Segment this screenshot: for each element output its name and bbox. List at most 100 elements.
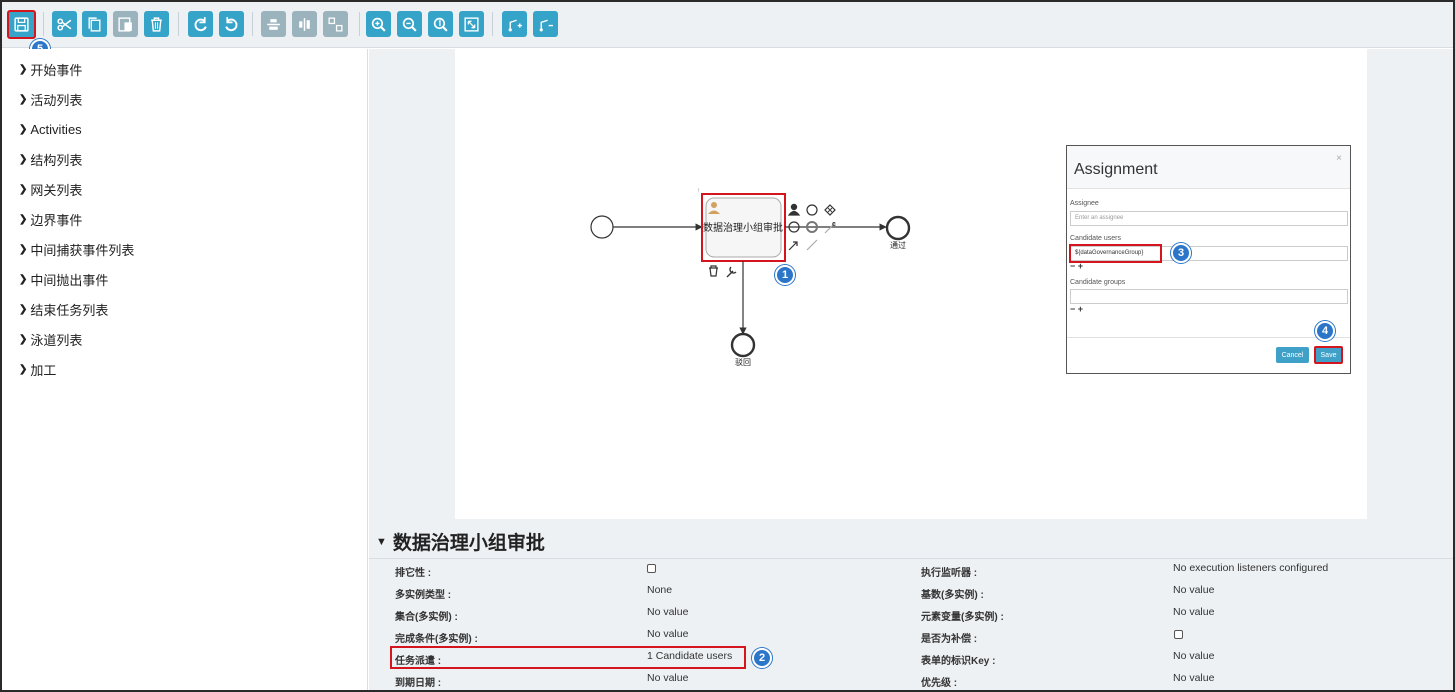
cancel-button[interactable]: Cancel [1276, 347, 1309, 363]
palette-group-boundary-events[interactable]: ❯ 边界事件 [19, 209, 82, 229]
cut-button[interactable] [52, 11, 77, 37]
property-key: 到期日期 : [395, 678, 442, 689]
property-key: 集合(多实例) : [395, 612, 458, 623]
exclusive-checkbox[interactable] [647, 564, 656, 573]
zoom-out-icon [402, 17, 417, 32]
assignee-label: Assignee [1070, 200, 1099, 207]
paste-button[interactable] [113, 11, 138, 37]
palette-group-processing[interactable]: ❯ 加工 [19, 359, 56, 379]
step-badge-2: 2 [752, 648, 772, 668]
compensation-checkbox[interactable] [1174, 630, 1183, 639]
candidate-users-label: Candidate users [1070, 235, 1121, 242]
property-key: 排它性 : [395, 568, 432, 579]
property-key: 完成条件(多实例) : [395, 634, 478, 645]
align-vertical-icon [299, 17, 310, 31]
zoom-actual-button[interactable] [428, 11, 453, 37]
property-value[interactable]: No value [1173, 650, 1214, 662]
property-key: 多实例类型 : [395, 590, 452, 601]
chevron-right-icon: ❯ [19, 213, 28, 225]
canvas-area: ↑ c 数据治理小组审批 通过 驳回 1 Assignment × Assign… [369, 49, 1453, 519]
redo-button[interactable] [188, 11, 213, 37]
step-badge-3: 3 [1171, 243, 1191, 263]
property-value[interactable]: No value [647, 606, 688, 618]
palette-group-gateways[interactable]: ❯ 网关列表 [19, 179, 82, 199]
step-badge-1: 1 [775, 265, 795, 285]
shape-palette: ❯ 开始事件 ❯ 活动列表 ❯ Activities ❯ 结构列表 ❯ 网关列表 ❯ 边界事… [2, 49, 368, 690]
palette-group-swimlanes[interactable]: ❯ 泳道列表 [19, 329, 82, 349]
delete-icon [151, 16, 162, 32]
property-value[interactable]: No value [1173, 584, 1214, 596]
task-label: 数据治理小组审批 [703, 221, 783, 234]
palette-group-structures[interactable]: ❯ 结构列表 [19, 149, 82, 169]
assignee-input[interactable]: Enter an assignee [1070, 211, 1348, 226]
undo-button[interactable] [219, 11, 244, 37]
zoom-out-button[interactable] [397, 11, 422, 37]
property-value[interactable]: No value [647, 672, 688, 684]
palette-group-end-events[interactable]: ❯ 结束任务列表 [19, 299, 108, 319]
chevron-right-icon: ❯ [19, 363, 28, 375]
diagram-canvas[interactable]: ↑ c 数据治理小组审批 通过 驳回 1 Assignment × Assign… [455, 49, 1367, 519]
gateway-icon[interactable] [824, 204, 836, 216]
chevron-right-icon: ❯ [19, 63, 28, 75]
end-event-pass[interactable] [885, 215, 911, 241]
start-event[interactable] [590, 215, 614, 239]
save-button[interactable]: Save [1314, 346, 1343, 364]
property-value[interactable]: No execution listeners configured [1173, 562, 1328, 574]
chevron-right-icon: ❯ [19, 273, 28, 285]
end-reject-label: 驳回 [735, 358, 751, 367]
user-icon[interactable] [787, 203, 801, 216]
end-event-reject[interactable] [730, 332, 756, 358]
align-horizontal-icon [267, 18, 280, 30]
property-value[interactable]: No value [1173, 606, 1214, 618]
dialog-title: Assignment [1074, 161, 1158, 178]
svg-text:c: c [832, 221, 836, 228]
connect-arrow-icon[interactable] [788, 241, 798, 251]
svg-text:↑: ↑ [697, 188, 700, 194]
property-key: 表单的标识Key : [921, 656, 996, 667]
delete-button[interactable] [144, 11, 169, 37]
remove-bendpoint-button[interactable] [533, 11, 558, 37]
trash-icon[interactable] [709, 265, 718, 277]
chevron-right-icon: ❯ [19, 93, 28, 105]
property-value[interactable]: No value [647, 628, 688, 640]
assignment-highlight [390, 646, 746, 669]
end-pass-label: 通过 [890, 240, 906, 250]
palette-group-start-events[interactable]: ❯ 开始事件 [19, 59, 82, 79]
palette-group-throw-events[interactable]: ❯ 中间抛出事件 [19, 269, 108, 289]
property-value[interactable]: None [647, 584, 672, 596]
palette-group-activities-cn[interactable]: ❯ 活动列表 [19, 89, 82, 109]
close-icon[interactable]: × [1336, 153, 1342, 164]
same-size-button[interactable] [323, 11, 348, 37]
property-key: 是否为补偿 : [921, 634, 978, 645]
property-value[interactable]: No value [1173, 672, 1214, 684]
palette-group-catch-events[interactable]: ❯ 中间捕获事件列表 [19, 239, 134, 259]
properties-title[interactable]: ▼ 数据治理小组审批 [376, 528, 545, 555]
copy-icon [88, 16, 101, 32]
circle-icon[interactable] [806, 204, 818, 216]
align-horizontal-button[interactable] [261, 11, 286, 37]
chevron-right-icon: ❯ [19, 243, 28, 255]
assignment-dialog: Assignment × Assignee Enter an assignee … [1066, 145, 1351, 374]
candidate-groups-input[interactable] [1070, 289, 1348, 304]
zoom-in-button[interactable] [366, 11, 391, 37]
copy-button[interactable] [82, 11, 107, 37]
save-button[interactable] [7, 10, 36, 39]
chevron-right-icon: ❯ [19, 153, 28, 165]
add-bendpoint-button[interactable] [502, 11, 527, 37]
properties-panel: ▼ 数据治理小组审批 排它性 : 多实例类型 : None 集合(多实例) : N… [369, 519, 1453, 690]
property-key: 执行监听器 : [921, 568, 978, 579]
candidate-groups-label: Candidate groups [1070, 279, 1126, 286]
align-vertical-button[interactable] [292, 11, 317, 37]
line-icon[interactable] [806, 239, 818, 251]
candidate-groups-add-remove[interactable]: − + [1070, 304, 1083, 314]
save-icon [14, 17, 29, 32]
zoom-actual-icon [433, 17, 448, 32]
property-key: 优先级 : [921, 678, 958, 689]
palette-group-activities[interactable]: ❯ Activities [19, 119, 82, 139]
zoom-in-icon [371, 17, 386, 32]
zoom-fit-button[interactable] [459, 11, 484, 37]
add-bendpoint-icon [508, 19, 522, 31]
wrench-icon[interactable] [726, 266, 737, 278]
candidate-users-add-remove[interactable]: − + [1070, 261, 1083, 271]
zoom-fit-icon [464, 16, 479, 32]
